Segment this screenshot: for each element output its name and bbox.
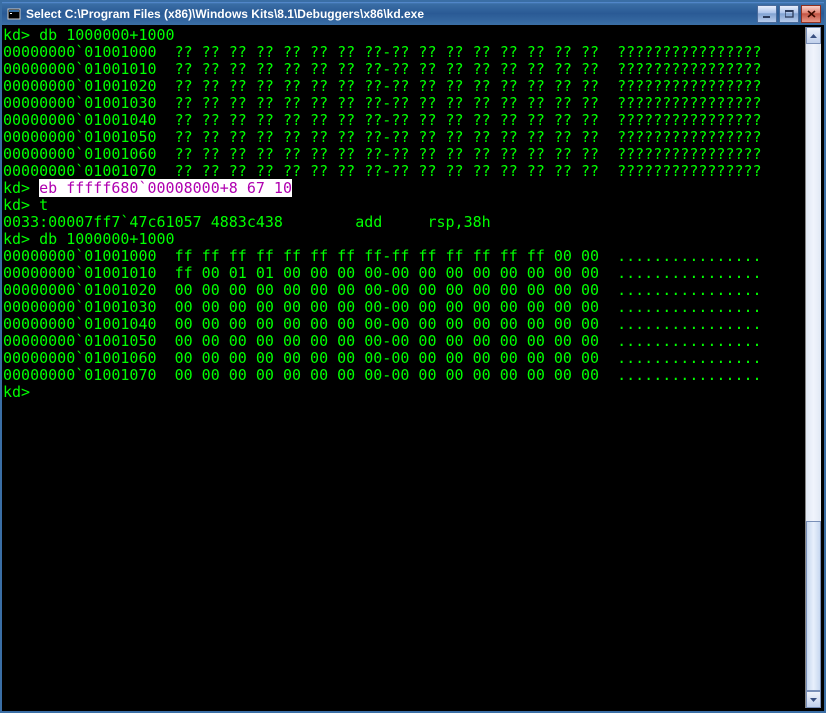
app-window: Select C:\Program Files (x86)\Windows Ki… [0, 0, 826, 713]
close-button[interactable] [801, 5, 821, 23]
window-controls [757, 5, 821, 23]
terminal: kd> db 1000000+1000 00000000`01001000 ??… [2, 25, 824, 711]
scroll-track[interactable] [806, 44, 821, 691]
maximize-button[interactable] [779, 5, 799, 23]
window-title: Select C:\Program Files (x86)\Windows Ki… [26, 7, 757, 21]
scroll-down-button[interactable] [806, 691, 821, 708]
terminal-output[interactable]: kd> db 1000000+1000 00000000`01001000 ??… [3, 27, 805, 708]
scroll-up-button[interactable] [806, 27, 821, 44]
scroll-thumb[interactable] [806, 521, 821, 691]
app-icon [6, 6, 22, 22]
scrollbar[interactable] [805, 27, 821, 708]
minimize-button[interactable] [757, 5, 777, 23]
titlebar[interactable]: Select C:\Program Files (x86)\Windows Ki… [2, 2, 824, 25]
